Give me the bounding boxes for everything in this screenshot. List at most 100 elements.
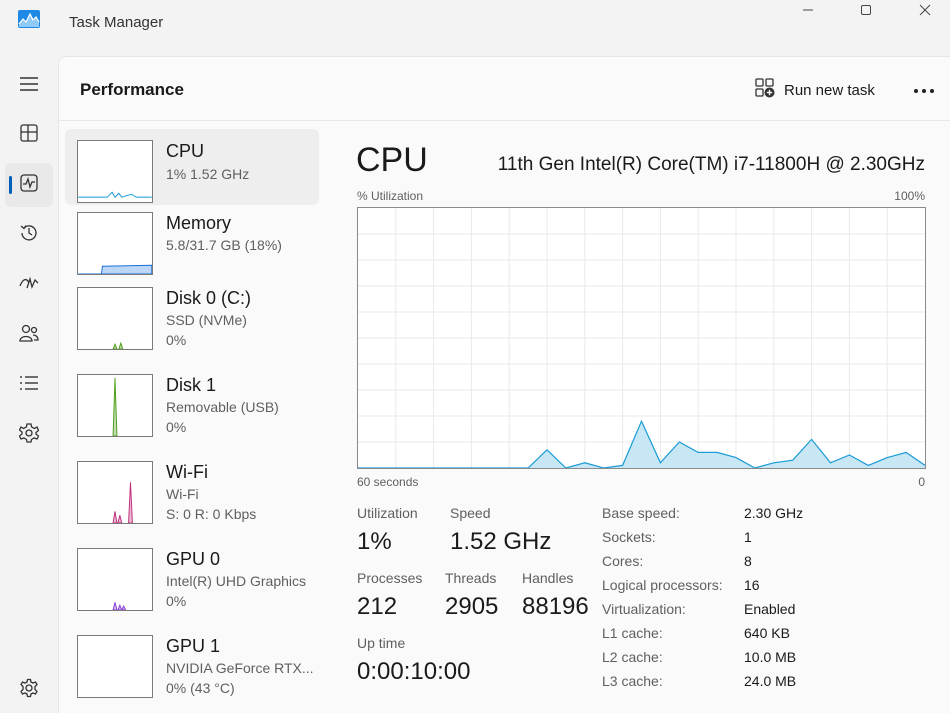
maximize-button[interactable] bbox=[843, 0, 889, 20]
cpu-utilization-area bbox=[358, 421, 925, 468]
spec-key: L2 cache: bbox=[602, 649, 663, 665]
spec-value: 16 bbox=[744, 577, 760, 593]
cpu-graph-svg bbox=[358, 208, 926, 469]
more-options-icon bbox=[913, 81, 935, 99]
thumbnail-spike bbox=[117, 515, 123, 524]
page-header: Performance Run new task bbox=[59, 57, 950, 121]
graph-time-label: 60 seconds bbox=[357, 475, 419, 489]
device-name: GPU 1 bbox=[166, 636, 221, 656]
spec-value: 2.30 GHz bbox=[744, 505, 804, 521]
cpu-utilization-graph bbox=[357, 207, 926, 469]
thumbnail-spike bbox=[112, 342, 118, 350]
nav-item-settings[interactable] bbox=[5, 668, 53, 712]
window-title: Task Manager bbox=[69, 14, 164, 31]
users-icon bbox=[19, 324, 39, 347]
threads-value: 2905 bbox=[445, 593, 499, 620]
nav-item-services[interactable] bbox=[5, 413, 53, 457]
device-status: 0% bbox=[166, 593, 187, 609]
nav-item-performance[interactable] bbox=[5, 163, 53, 207]
handles-value: 88196 bbox=[522, 593, 589, 620]
spec-value: 24.0 MB bbox=[744, 673, 797, 689]
nav-active-indicator bbox=[9, 176, 12, 194]
cpu-model-name: 11th Gen Intel(R) Core(TM) i7-11800H @ 2… bbox=[497, 154, 925, 175]
details-icon bbox=[19, 375, 39, 396]
handles-label: Handles bbox=[522, 570, 574, 586]
device-subtitle: SSD (NVMe) bbox=[166, 312, 247, 328]
spec-key: L3 cache: bbox=[602, 673, 663, 689]
nav-item-details[interactable] bbox=[5, 363, 53, 407]
spec-key: Cores: bbox=[602, 553, 644, 569]
nav-item-users[interactable] bbox=[5, 313, 53, 357]
services-icon bbox=[18, 422, 40, 448]
device-item-disk-1[interactable]: Disk 1 Removable (USB) 0% bbox=[65, 367, 319, 443]
device-item-gpu-1[interactable]: GPU 1 NVIDIA GeForce RTX... 0% (43 °C) bbox=[65, 628, 319, 704]
device-item-disk-0-c[interactable]: Disk 0 (C:) SSD (NVMe) 0% bbox=[65, 280, 319, 356]
task-manager-logo-icon bbox=[18, 10, 40, 28]
hamburger-menu-icon bbox=[19, 76, 39, 97]
minimize-button[interactable] bbox=[785, 0, 831, 20]
nav-item-processes[interactable] bbox=[5, 113, 53, 157]
spec-value: 10.0 MB bbox=[744, 649, 797, 665]
device-subtitle: 1% 1.52 GHz bbox=[166, 166, 250, 182]
nav-item-startup-apps[interactable] bbox=[5, 263, 53, 307]
device-item-gpu-0[interactable]: GPU 0 Intel(R) UHD Graphics 0% bbox=[65, 541, 319, 617]
thumbnail-spike bbox=[112, 602, 118, 611]
thumbnail-spike bbox=[112, 377, 118, 437]
startup-apps-icon bbox=[19, 274, 39, 297]
device-name: GPU 0 bbox=[166, 549, 221, 569]
thumbnail-spike bbox=[128, 482, 133, 524]
thumbnail-spike bbox=[118, 341, 124, 350]
run-new-task-button[interactable]: Run new task bbox=[749, 75, 881, 105]
device-name: Memory bbox=[166, 213, 232, 233]
device-subtitle: Wi-Fi bbox=[166, 486, 199, 502]
main-panel: Performance Run new task CPU 1% 1.52 GHz M… bbox=[58, 56, 950, 713]
spec-value: Enabled bbox=[744, 601, 796, 617]
settings-icon bbox=[19, 678, 39, 703]
app-history-icon bbox=[19, 223, 39, 248]
utilization-value: 1% bbox=[357, 528, 392, 555]
run-new-task-label: Run new task bbox=[784, 81, 875, 99]
threads-label: Threads bbox=[445, 570, 497, 586]
device-thumbnail-graph bbox=[77, 287, 153, 350]
device-status: 0% bbox=[166, 332, 187, 348]
spec-key: L1 cache: bbox=[602, 625, 663, 641]
device-item-wi-fi[interactable]: Wi-Fi Wi-Fi S: 0 R: 0 Kbps bbox=[65, 454, 319, 530]
device-name: Disk 1 bbox=[166, 375, 217, 395]
spec-key: Base speed: bbox=[602, 505, 680, 521]
close-button[interactable] bbox=[902, 0, 948, 20]
device-item-memory[interactable]: Memory 5.8/31.7 GB (18%) bbox=[65, 205, 319, 281]
device-thumbnail-graph bbox=[77, 140, 153, 203]
spec-value: 1 bbox=[744, 529, 752, 545]
device-subtitle: NVIDIA GeForce RTX... bbox=[166, 660, 314, 676]
device-thumbnail-graph bbox=[77, 212, 153, 275]
spec-key: Sockets: bbox=[602, 529, 656, 545]
title-bar: Task Manager bbox=[0, 0, 950, 48]
uptime-value: 0:00:10:00 bbox=[357, 658, 471, 685]
graph-y-label: % Utilization bbox=[357, 189, 424, 203]
run-task-icon bbox=[755, 78, 775, 102]
thumbnail-spike bbox=[120, 605, 127, 611]
spec-value: 8 bbox=[744, 553, 752, 569]
device-status: 0% bbox=[166, 419, 187, 435]
spec-key: Logical processors: bbox=[602, 577, 723, 593]
device-subtitle: Intel(R) UHD Graphics bbox=[166, 573, 307, 589]
utilization-label: Utilization bbox=[357, 505, 418, 521]
device-subtitle: 5.8/31.7 GB (18%) bbox=[166, 237, 282, 253]
device-name: Disk 0 (C:) bbox=[166, 288, 251, 308]
nav-hamburger-menu[interactable] bbox=[5, 64, 53, 108]
speed-value: 1.52 GHz bbox=[450, 528, 552, 555]
spec-value: 640 KB bbox=[744, 625, 790, 641]
nav-item-app-history[interactable] bbox=[5, 213, 53, 257]
thumbnail-spike bbox=[117, 603, 123, 611]
cpu-title: CPU bbox=[356, 141, 428, 179]
uptime-label: Up time bbox=[357, 635, 406, 651]
device-item-cpu[interactable]: CPU 1% 1.52 GHz bbox=[65, 129, 319, 205]
graph-max-label: 100% bbox=[894, 189, 925, 203]
device-name: Wi-Fi bbox=[166, 462, 208, 482]
spec-key: Virtualization: bbox=[602, 601, 686, 617]
thumbnail-trace bbox=[78, 191, 152, 198]
device-name: CPU bbox=[166, 141, 205, 161]
device-thumbnail-graph bbox=[77, 374, 153, 437]
more-options-button[interactable] bbox=[905, 75, 943, 105]
device-status: S: 0 R: 0 Kbps bbox=[166, 506, 257, 522]
